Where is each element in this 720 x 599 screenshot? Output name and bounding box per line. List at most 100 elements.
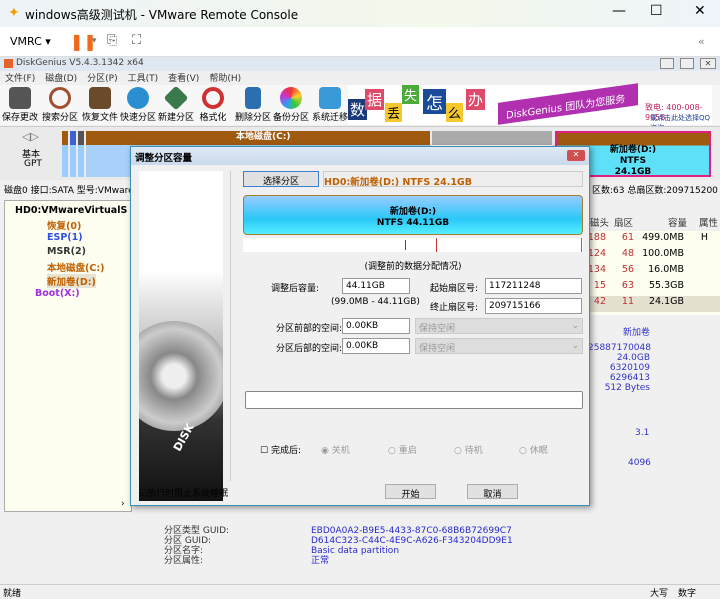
- hdd-platter-icon: [139, 321, 223, 431]
- done-label: 完成后:: [270, 446, 301, 456]
- table-row[interactable]: 15 63 55.3GB: [588, 280, 720, 296]
- menu-disk[interactable]: 磁盘(D): [45, 74, 77, 84]
- label: 系统迁移: [311, 113, 348, 123]
- select-partition-button[interactable]: 选择分区: [243, 171, 319, 187]
- radio-label: 关机: [331, 446, 350, 456]
- quick-partition-icon: [127, 87, 149, 109]
- tree-root-hd0[interactable]: HD0:VMwareVirtualS: [15, 205, 127, 216]
- status-text: 就绪: [3, 589, 22, 599]
- tree-item-esp[interactable]: ESP(1): [47, 232, 83, 243]
- delete-partition-button[interactable]: 删除分区: [233, 85, 273, 123]
- table-row[interactable]: 134 56 16.0MB: [588, 264, 720, 280]
- partition-block-msr[interactable]: [78, 131, 84, 177]
- table-row-selected[interactable]: 42 11 24.1GB: [588, 296, 720, 312]
- menu-tools[interactable]: 工具(T): [128, 74, 159, 84]
- table-row[interactable]: 188 61 499.0MB H: [588, 232, 720, 248]
- before-space-input[interactable]: 0.00KB: [342, 318, 410, 334]
- banner-char: 怎: [423, 89, 446, 114]
- window-title: windows高级测试机 - VMware Remote Console: [25, 8, 299, 22]
- radio-shutdown[interactable]: ◉ 关机: [321, 443, 350, 456]
- menu-view[interactable]: 查看(V): [168, 74, 199, 84]
- tree-item-boot[interactable]: Boot(X:): [35, 288, 80, 299]
- disk-nav-arrows-icon[interactable]: ◁▷: [22, 130, 39, 143]
- search-partition-button[interactable]: 搜索分区: [40, 85, 80, 123]
- info-value: EBD0A0A2-B9E5-4433-87C0-68B6B72699C7: [311, 526, 512, 536]
- minimize-button[interactable]: —: [612, 3, 626, 19]
- info-label: 分区 GUID:: [164, 536, 212, 546]
- radio-label: 待机: [464, 446, 483, 456]
- new-partition-button[interactable]: 新建分区: [156, 85, 196, 123]
- backup-partition-button[interactable]: 备份分区: [271, 85, 311, 123]
- tree-item-d[interactable]: 新加卷(D:): [47, 274, 96, 288]
- end-sector-input[interactable]: 209715166: [485, 298, 582, 314]
- banner-char: 失: [402, 85, 420, 104]
- radio-hibernate[interactable]: ○ 休眠: [519, 443, 548, 456]
- detail-value: 4096: [628, 458, 651, 468]
- label: 搜索分区: [41, 113, 78, 123]
- resize-partition-dialog: 调整分区容量 ✕ DISK 选择分区 HD0:新加卷(D:) NTFS 24.1…: [130, 146, 590, 506]
- send-keys-icon[interactable]: ⎘: [107, 33, 117, 48]
- partition-block-esp[interactable]: [70, 131, 76, 177]
- tree-item-recovery[interactable]: 恢复(0): [47, 218, 81, 232]
- partition-block-recovery[interactable]: [62, 131, 68, 177]
- close-button[interactable]: ✕: [694, 3, 706, 19]
- recover-files-button[interactable]: 恢复文件: [80, 85, 120, 123]
- format-button[interactable]: 格式化: [193, 85, 233, 123]
- info-value: Basic data partition: [311, 546, 400, 556]
- banner-slogan: DiskGenius 团队为您服务: [498, 83, 638, 125]
- checkbox-checked-icon: ☑: [139, 489, 148, 499]
- detail-value: 24.0GB: [616, 353, 650, 363]
- menu-bar: 文件(F) 磁盘(D) 分区(P) 工具(T) 查看(V) 帮助(H): [0, 71, 720, 85]
- distribution-caption: (调整前的数据分配情况): [364, 262, 462, 272]
- app-minimize-button[interactable]: [660, 58, 674, 69]
- before-space-select[interactable]: 保持空闲 ⌄: [415, 318, 583, 334]
- search-icon: [49, 87, 71, 109]
- quick-partition-button[interactable]: 快速分区: [118, 85, 158, 123]
- after-space-select[interactable]: 保持空闲 ⌄: [415, 338, 583, 354]
- size-range: (99.0MB - 44.11GB): [331, 297, 420, 307]
- bar-partition-info: NTFS 44.11GB: [376, 218, 450, 228]
- menu-file[interactable]: 文件(F): [5, 74, 35, 84]
- start-button[interactable]: 开始: [385, 484, 436, 500]
- info-label: 分区属性:: [164, 556, 204, 566]
- menu-help[interactable]: 帮助(H): [209, 74, 241, 84]
- start-sector-input[interactable]: 117211248: [485, 278, 582, 294]
- banner-char: 么: [446, 103, 464, 122]
- size-input[interactable]: 44.11GB: [342, 278, 410, 294]
- app-close-button[interactable]: ✕: [700, 58, 716, 69]
- data-distribution-map: [243, 238, 583, 252]
- radio-label: 重启: [398, 446, 417, 456]
- main-toolbar: 保存更改 搜索分区 恢复文件 快速分区 新建分区 格式化 删除分区 备份分区 系…: [0, 83, 720, 132]
- collapse-icon[interactable]: «: [698, 35, 705, 48]
- menu-partition[interactable]: 分区(P): [87, 74, 117, 84]
- app-restore-button[interactable]: [680, 58, 694, 69]
- num-indicator: 数字: [678, 589, 697, 599]
- table-header: 磁头 扇区 容量 属性: [588, 215, 720, 231]
- maximize-button[interactable]: ☐: [650, 3, 663, 19]
- save-icon: [9, 87, 31, 109]
- fullscreen-icon[interactable]: ⛶: [132, 33, 141, 48]
- radio-standby[interactable]: ○ 待机: [454, 443, 483, 456]
- vmrc-menu[interactable]: VMRC ▾: [10, 35, 51, 48]
- dialog-close-button[interactable]: ✕: [567, 150, 585, 161]
- before-space-label: 分区前部的空间:: [276, 324, 343, 334]
- pause-dropdown-icon[interactable]: ▾: [92, 36, 97, 46]
- radio-restart[interactable]: ○ 重启: [388, 443, 417, 456]
- after-complete-checkbox[interactable]: ☐ 完成后:: [260, 443, 301, 456]
- banner-char: 丢: [385, 103, 403, 122]
- prevent-sleep-checkbox[interactable]: ☑执行时阻止系统睡眠: [139, 486, 228, 499]
- save-changes-button[interactable]: 保存更改: [0, 85, 40, 123]
- tree-item-msr[interactable]: MSR(2): [47, 246, 86, 257]
- system-migration-button[interactable]: 系统迁移: [310, 85, 350, 123]
- support-banner[interactable]: 数 据 丢 失 怎 么 办 DiskGenius 团队为您服务 致电: 400-…: [348, 83, 712, 132]
- after-space-input[interactable]: 0.00KB: [342, 338, 410, 354]
- scroll-right-icon[interactable]: ›: [121, 499, 125, 509]
- cancel-button[interactable]: 取消: [467, 484, 518, 500]
- partition-resize-bar[interactable]: 新加卷(D:) NTFS 44.11GB: [243, 195, 583, 235]
- tree-item-c[interactable]: 本地磁盘(C:): [47, 260, 104, 274]
- chevron-down-icon: ⌄: [571, 321, 579, 331]
- table-row[interactable]: 124 48 100.0MB: [588, 248, 720, 264]
- after-option: 保持空闲: [419, 344, 456, 354]
- size-label: 调整后容量:: [271, 284, 320, 294]
- vmrc-toolbar: VMRC ▾ ❚❚ ▾ ⎘ ⛶ «: [0, 27, 720, 57]
